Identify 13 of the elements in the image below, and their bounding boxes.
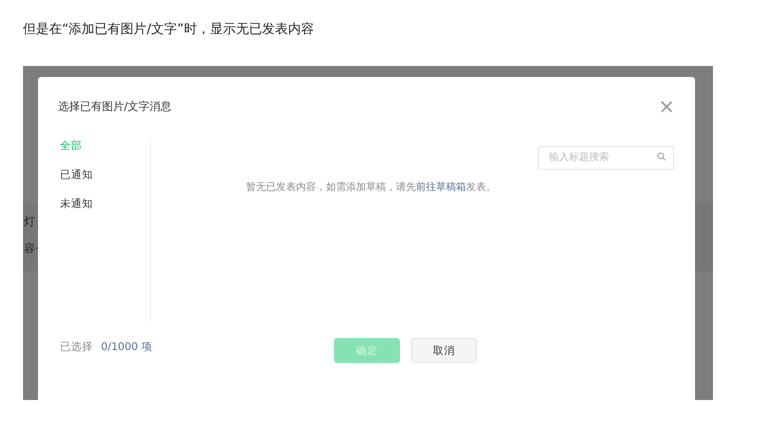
- search-icon: [657, 152, 666, 161]
- cancel-button[interactable]: 取消: [411, 338, 477, 363]
- dialog-title: 选择已有图片/文字消息: [58, 98, 172, 114]
- empty-message: 暂无已发表内容，如需添加草稿，请先前往草稿箱发表。: [246, 180, 497, 194]
- selected-count: 0/1000 项: [101, 340, 152, 354]
- drafts-link[interactable]: 前往草稿箱: [416, 182, 466, 193]
- search-field[interactable]: 输入标题搜索: [538, 146, 674, 170]
- selected-label: 已选择: [60, 340, 93, 354]
- nav-item[interactable]: 未通知: [60, 197, 150, 226]
- background-text: 灯: [24, 214, 36, 229]
- caption-text: 但是在“添加已有图片/文字”时，显示无已发表内容: [22, 21, 315, 39]
- background-text: 容·: [24, 241, 40, 256]
- nav-item[interactable]: 已通知: [60, 168, 150, 197]
